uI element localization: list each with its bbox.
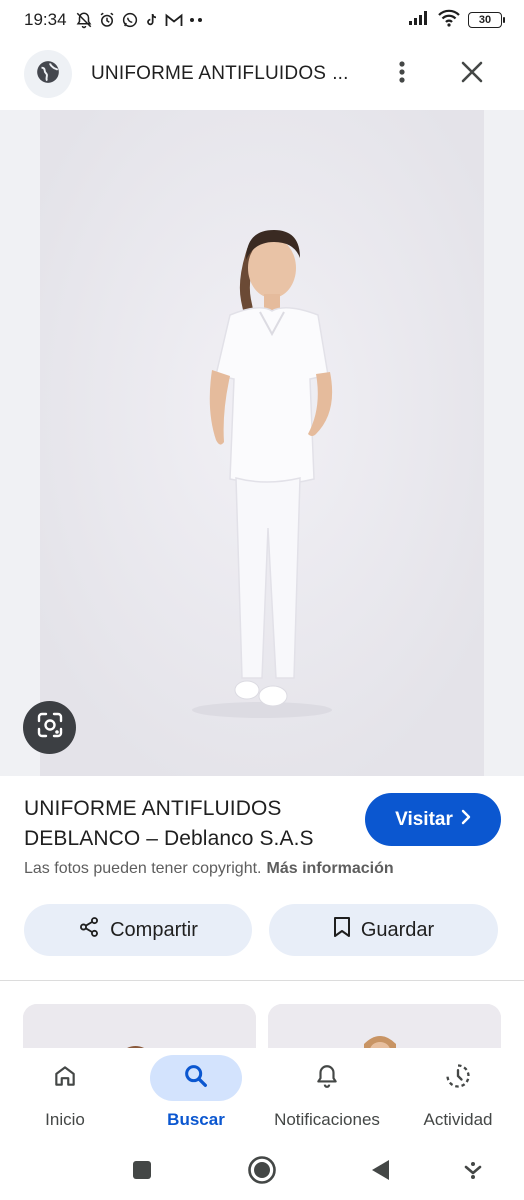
nav-item-inicio[interactable]: Inicio: [19, 1048, 111, 1130]
assist-icon: [463, 1160, 483, 1185]
chevron-right-icon: [461, 809, 471, 831]
more-options-button[interactable]: [386, 56, 418, 92]
close-icon: [461, 61, 483, 88]
title-ellipsis: ...: [332, 63, 349, 84]
bookmark-icon: [333, 916, 351, 944]
alarm-icon: [98, 11, 116, 29]
share-label: Compartir: [110, 918, 198, 941]
nav-item-buscar[interactable]: Buscar: [150, 1048, 242, 1130]
nav-icon-container: [19, 1055, 111, 1101]
recents-icon: [132, 1160, 152, 1185]
nav-icon-container: [281, 1055, 373, 1101]
related-image-1[interactable]: [23, 1004, 256, 1054]
wifi-icon: [437, 9, 461, 32]
product-photo[interactable]: [40, 110, 484, 776]
tiktok-icon: [144, 11, 160, 29]
more-dots-icon: [188, 16, 206, 24]
save-button[interactable]: Guardar: [269, 904, 498, 956]
whatsapp-icon: [121, 11, 139, 29]
back-button[interactable]: [358, 1150, 402, 1194]
recents-button[interactable]: [120, 1150, 164, 1194]
home-circle-icon: [247, 1155, 277, 1190]
visit-label: Visitar: [395, 808, 453, 830]
share-button[interactable]: Compartir: [24, 904, 252, 956]
site-favicon: [24, 50, 72, 98]
signal-icon: [408, 10, 430, 31]
result-title[interactable]: UNIFORME ANTIFLUIDOS DEBLANCO – Deblanco…: [24, 794, 354, 854]
nav-label-buscar: Buscar: [167, 1110, 225, 1129]
copyright-text: Las fotos pueden tener copyright.: [24, 860, 262, 877]
activity-icon: [444, 1062, 472, 1095]
nav-item-notificaciones[interactable]: Notificaciones: [267, 1048, 387, 1130]
related-images: [0, 1004, 524, 1054]
page-header: UNIFORME ANTIFLUIDOS...: [0, 44, 524, 104]
lens-icon: [36, 711, 64, 744]
gmail-icon: [165, 12, 183, 28]
lens-search-button[interactable]: [23, 701, 76, 754]
share-icon: [78, 916, 100, 944]
related-image-2[interactable]: [268, 1004, 501, 1054]
image-preview[interactable]: [0, 110, 524, 776]
search-icon: [182, 1062, 210, 1095]
nav-label-notificaciones: Notificaciones: [274, 1110, 380, 1129]
system-navigation: [0, 1142, 524, 1200]
more-vert-icon: [399, 60, 405, 89]
visit-button[interactable]: Visitar: [365, 793, 501, 846]
save-label: Guardar: [360, 918, 435, 941]
mute-icon: [75, 11, 93, 29]
nav-icon-container: [412, 1055, 504, 1101]
status-bar: 19:34 30: [0, 0, 524, 40]
page-title: UNIFORME ANTIFLUIDOS...: [91, 63, 349, 85]
close-button[interactable]: [452, 54, 492, 94]
globe-icon: [35, 59, 61, 90]
page-title-text: UNIFORME ANTIFLUIDOS: [91, 63, 327, 84]
copyright-notice: Las fotos pueden tener copyright. Más inf…: [24, 860, 394, 878]
nav-icon-container-active: [150, 1055, 242, 1101]
status-time: 19:34: [24, 10, 67, 29]
more-info-link[interactable]: Más información: [267, 860, 394, 877]
assist-button[interactable]: [451, 1150, 495, 1194]
home-icon: [52, 1063, 78, 1094]
nav-label-inicio: Inicio: [45, 1110, 85, 1129]
back-icon: [369, 1158, 391, 1187]
battery-icon: 30: [468, 12, 505, 28]
bell-icon: [314, 1063, 340, 1094]
battery-level: 30: [478, 14, 492, 26]
bottom-navigation: Inicio Buscar Notificaciones Actividad: [0, 1048, 524, 1142]
home-button[interactable]: [240, 1150, 284, 1194]
result-info: UNIFORME ANTIFLUIDOS DEBLANCO – Deblanco…: [0, 776, 524, 981]
nav-label-actividad: Actividad: [423, 1110, 493, 1129]
section-divider: [0, 980, 524, 981]
nav-item-actividad[interactable]: Actividad: [412, 1048, 504, 1130]
